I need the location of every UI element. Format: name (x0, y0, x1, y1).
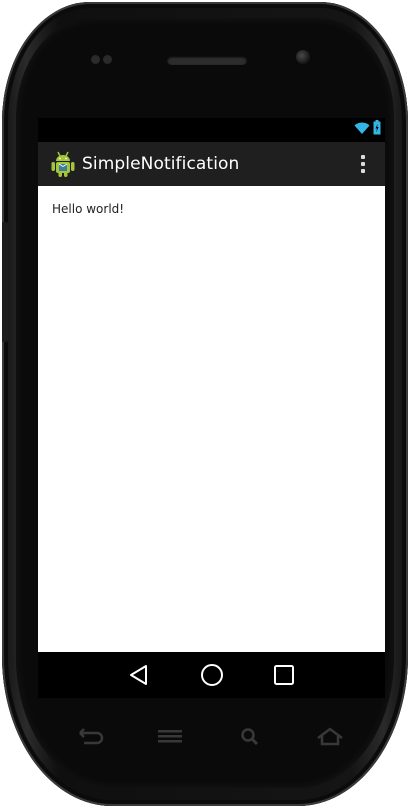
hw-menu-icon[interactable] (150, 722, 190, 752)
android-app-icon[interactable] (50, 150, 76, 178)
navigation-bar (38, 652, 385, 698)
battery-icon (373, 120, 381, 140)
recents-icon[interactable] (264, 660, 304, 690)
hello-text: Hello world! (52, 202, 125, 216)
status-bar (38, 118, 385, 142)
hw-back-icon[interactable] (70, 722, 110, 752)
main-content: Hello world! (38, 186, 385, 652)
overflow-menu-button[interactable] (349, 150, 377, 178)
app-title: SimpleNotification (82, 154, 240, 174)
front-camera (296, 50, 310, 64)
earpiece-speaker (167, 56, 247, 65)
home-icon[interactable] (192, 660, 232, 690)
device-screen: SimpleNotification Hello world! (38, 118, 385, 698)
hw-search-icon[interactable] (230, 722, 270, 752)
action-bar: SimpleNotification (38, 142, 385, 186)
wifi-icon (354, 121, 370, 140)
overflow-dot (361, 169, 365, 173)
light-sensor (103, 55, 112, 64)
hw-home-icon[interactable] (310, 722, 350, 752)
overflow-dot (361, 155, 365, 159)
hardware-buttons (50, 718, 370, 758)
proximity-sensor (91, 55, 100, 64)
overflow-dot (361, 162, 365, 166)
back-icon[interactable] (119, 660, 159, 690)
volume-button (2, 222, 8, 342)
